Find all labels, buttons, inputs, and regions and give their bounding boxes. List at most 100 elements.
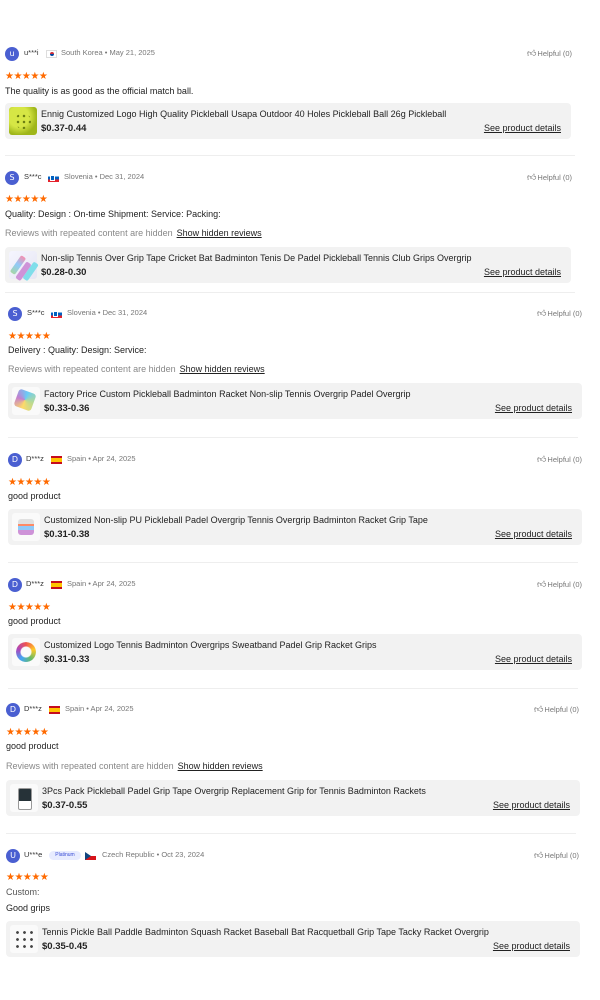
product-name: Non-slip Tennis Over Grip Tape Cricket B… bbox=[41, 253, 472, 263]
review-text: good product bbox=[8, 616, 61, 626]
product-price: $0.37-0.44 bbox=[41, 123, 87, 134]
see-product-details-link[interactable]: See product details bbox=[495, 529, 572, 539]
avatar: S bbox=[8, 307, 22, 321]
review-header: D D***z Spain • Apr 24, 2025 👍︎Helpful (… bbox=[0, 453, 600, 469]
show-hidden-reviews-link[interactable]: Show hidden reviews bbox=[178, 761, 263, 771]
star-rating: ★★★★★ bbox=[5, 71, 48, 82]
review-meta: Slovenia • Dec 31, 2024 bbox=[64, 172, 145, 181]
product-card[interactable]: Ennig Customized Logo High Quality Pickl… bbox=[5, 103, 571, 139]
flag-si-icon bbox=[48, 174, 59, 182]
divider bbox=[8, 562, 578, 563]
review-meta: Spain • Apr 24, 2025 bbox=[67, 579, 136, 588]
thumbs-up-icon: 👍︎ bbox=[537, 308, 547, 318]
product-thumbnail bbox=[9, 107, 37, 135]
see-product-details-link[interactable]: See product details bbox=[495, 654, 572, 664]
star-rating: ★★★★★ bbox=[6, 872, 49, 883]
product-name: 3Pcs Pack Pickleball Padel Grip Tape Ove… bbox=[42, 786, 426, 796]
product-name: Tennis Pickle Ball Paddle Badminton Squa… bbox=[42, 927, 489, 937]
review-header: D D***z Spain • Apr 24, 2025 👍︎Helpful (… bbox=[0, 703, 600, 719]
see-product-details-link[interactable]: See product details bbox=[484, 267, 561, 277]
product-price: $0.28-0.30 bbox=[41, 267, 87, 278]
product-card[interactable]: Tennis Pickle Ball Paddle Badminton Squa… bbox=[6, 921, 580, 957]
divider bbox=[8, 688, 578, 689]
product-thumbnail bbox=[12, 387, 40, 415]
product-card[interactable]: Customized Non-slip PU Pickleball Padel … bbox=[8, 509, 582, 545]
flag-es-icon bbox=[49, 706, 60, 714]
product-name: Ennig Customized Logo High Quality Pickl… bbox=[41, 109, 447, 119]
product-card[interactable]: Non-slip Tennis Over Grip Tape Cricket B… bbox=[5, 247, 571, 283]
hidden-reviews-note: Reviews with repeated content are hidden… bbox=[5, 228, 262, 238]
flag-cz-icon bbox=[85, 852, 96, 860]
flag-si-icon bbox=[51, 310, 62, 318]
avatar: D bbox=[8, 453, 22, 467]
product-thumbnail bbox=[10, 784, 38, 812]
thumbs-up-icon: 👍︎ bbox=[527, 172, 537, 182]
see-product-details-link[interactable]: See product details bbox=[484, 123, 561, 133]
review-header: D D***z Spain • Apr 24, 2025 👍︎Helpful (… bbox=[0, 578, 600, 594]
avatar: D bbox=[8, 578, 22, 592]
thumbs-up-icon: 👍︎ bbox=[537, 579, 547, 589]
product-name: Factory Price Custom Pickleball Badminto… bbox=[44, 389, 411, 399]
reviewer-name: S***c bbox=[24, 172, 42, 181]
product-thumbnail bbox=[9, 251, 37, 279]
review-meta: Slovenia • Dec 31, 2024 bbox=[67, 308, 148, 317]
product-price: $0.33-0.36 bbox=[44, 403, 90, 414]
helpful-button[interactable]: 👍︎Helpful (0) bbox=[537, 308, 582, 319]
avatar: U bbox=[6, 849, 20, 863]
helpful-button[interactable]: 👍︎Helpful (0) bbox=[534, 704, 579, 715]
see-product-details-link[interactable]: See product details bbox=[495, 403, 572, 413]
reviewer-name: D***z bbox=[26, 579, 44, 588]
product-card[interactable]: 3Pcs Pack Pickleball Padel Grip Tape Ove… bbox=[6, 780, 580, 816]
thumbs-up-icon: 👍︎ bbox=[534, 850, 544, 860]
product-price: $0.37-0.55 bbox=[42, 800, 88, 811]
helpful-button[interactable]: 👍︎Helpful (0) bbox=[537, 454, 582, 465]
star-rating: ★★★★★ bbox=[8, 602, 51, 613]
product-price: $0.31-0.33 bbox=[44, 654, 90, 665]
review-meta: South Korea • May 21, 2025 bbox=[61, 48, 155, 57]
reviewer-name: U***e bbox=[24, 850, 43, 859]
helpful-button[interactable]: 👍︎Helpful (0) bbox=[527, 48, 572, 59]
helpful-button[interactable]: 👍︎Helpful (0) bbox=[534, 850, 579, 861]
hidden-reviews-note: Reviews with repeated content are hidden… bbox=[8, 364, 265, 374]
flag-es-icon bbox=[51, 456, 62, 464]
divider bbox=[6, 833, 576, 834]
divider bbox=[5, 155, 575, 156]
flag-kr-icon bbox=[46, 50, 57, 58]
review-header: S S***c Slovenia • Dec 31, 2024 👍︎Helpfu… bbox=[0, 307, 600, 323]
review-meta: Spain • Apr 24, 2025 bbox=[67, 454, 136, 463]
review-text: good product bbox=[8, 491, 61, 501]
product-card[interactable]: Customized Logo Tennis Badminton Overgri… bbox=[8, 634, 582, 670]
avatar: u bbox=[5, 47, 19, 61]
hidden-reviews-note: Reviews with repeated content are hidden… bbox=[6, 761, 263, 771]
show-hidden-reviews-link[interactable]: Show hidden reviews bbox=[180, 364, 265, 374]
product-card[interactable]: Factory Price Custom Pickleball Badminto… bbox=[8, 383, 582, 419]
platinum-badge: Platinum bbox=[49, 851, 81, 860]
see-product-details-link[interactable]: See product details bbox=[493, 800, 570, 810]
star-rating: ★★★★★ bbox=[6, 727, 49, 738]
helpful-button[interactable]: 👍︎Helpful (0) bbox=[527, 172, 572, 183]
star-rating: ★★★★★ bbox=[8, 331, 51, 342]
review-header: u u***i South Korea • May 21, 2025 👍︎Hel… bbox=[0, 47, 600, 63]
review-text: The quality is as good as the official m… bbox=[5, 86, 194, 96]
reviewer-name: S***c bbox=[27, 308, 45, 317]
star-rating: ★★★★★ bbox=[5, 194, 48, 205]
show-hidden-reviews-link[interactable]: Show hidden reviews bbox=[177, 228, 262, 238]
reviewer-name: u***i bbox=[24, 48, 39, 57]
review-text: Delivery : Quality: Design: Service: bbox=[8, 345, 147, 355]
review-header: U U***e Platinum Czech Republic • Oct 23… bbox=[0, 849, 600, 865]
thumbs-up-icon: 👍︎ bbox=[527, 48, 537, 58]
product-thumbnail bbox=[10, 925, 38, 953]
product-thumbnail bbox=[12, 638, 40, 666]
helpful-button[interactable]: 👍︎Helpful (0) bbox=[537, 579, 582, 590]
product-name: Customized Logo Tennis Badminton Overgri… bbox=[44, 640, 377, 650]
product-price: $0.31-0.38 bbox=[44, 529, 90, 540]
product-thumbnail bbox=[12, 513, 40, 541]
divider bbox=[8, 437, 578, 438]
review-meta: Czech Republic • Oct 23, 2024 bbox=[102, 850, 205, 859]
reviewer-name: D***z bbox=[24, 704, 42, 713]
star-rating: ★★★★★ bbox=[8, 477, 51, 488]
divider bbox=[5, 292, 575, 293]
see-product-details-link[interactable]: See product details bbox=[493, 941, 570, 951]
avatar: D bbox=[6, 703, 20, 717]
reviewer-name: D***z bbox=[26, 454, 44, 463]
